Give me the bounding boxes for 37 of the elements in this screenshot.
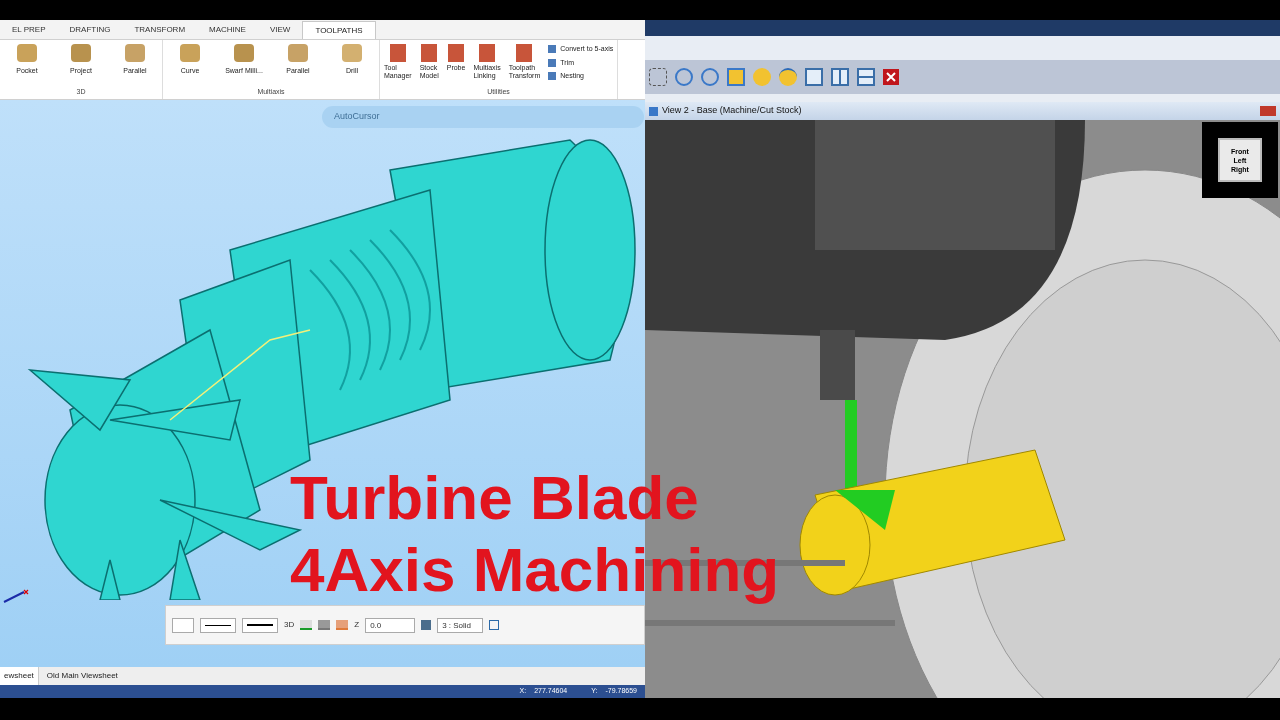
mode-toggle[interactable]: 3D xyxy=(284,619,295,631)
viewsheet-tab[interactable]: ewsheet xyxy=(0,667,39,685)
zoom-window-icon[interactable] xyxy=(649,68,667,86)
export-icon[interactable] xyxy=(489,620,500,630)
line-width-dropdown[interactable] xyxy=(242,617,278,633)
autocursor-dropdown[interactable]: AutoCursor xyxy=(334,110,380,124)
tool-icon[interactable] xyxy=(421,44,438,62)
toolpath-icon[interactable] xyxy=(234,44,254,62)
fit-view-icon[interactable] xyxy=(727,68,745,86)
color-icon[interactable] xyxy=(300,620,313,630)
video-title: Turbine Blade xyxy=(290,462,700,534)
viewsheet-tab[interactable]: Old Main Viewsheet xyxy=(38,667,126,685)
level-dropdown[interactable]: 3 : Solid xyxy=(437,617,484,633)
fill-color-icon[interactable] xyxy=(318,620,331,630)
ribbon-tab[interactable]: DRAFTING xyxy=(57,21,123,39)
split-vertical-icon[interactable] xyxy=(831,68,849,86)
point-style-dropdown[interactable] xyxy=(172,617,194,633)
tool-icon[interactable] xyxy=(448,44,465,62)
ribbon-tab[interactable]: EL PREP xyxy=(0,21,58,39)
ribbon-tab[interactable]: TOOLPATHS xyxy=(302,21,376,39)
line-style-dropdown[interactable] xyxy=(200,617,236,633)
close-icon[interactable] xyxy=(883,69,899,85)
single-view-icon[interactable] xyxy=(805,68,823,86)
tool-icon[interactable] xyxy=(516,44,533,62)
ribbon-tab[interactable]: TRANSFORM xyxy=(122,21,198,39)
solid-color-icon[interactable] xyxy=(336,620,349,630)
ribbon-tab[interactable]: MACHINE xyxy=(197,21,258,39)
z-depth-field[interactable]: 0.0 xyxy=(365,617,416,633)
view-window-icon xyxy=(649,106,658,116)
view-title: View 2 - Base (Machine/Cut Stock) xyxy=(662,104,802,118)
ribbon-tab[interactable]: VIEW xyxy=(257,21,303,39)
split-horizontal-icon[interactable] xyxy=(857,68,875,86)
video-title: 4Axis Machining xyxy=(290,534,780,606)
toolpath-icon[interactable] xyxy=(71,44,91,62)
tool-icon[interactable] xyxy=(389,44,406,62)
layers-icon[interactable] xyxy=(421,620,432,630)
z-label: Z xyxy=(354,619,360,631)
